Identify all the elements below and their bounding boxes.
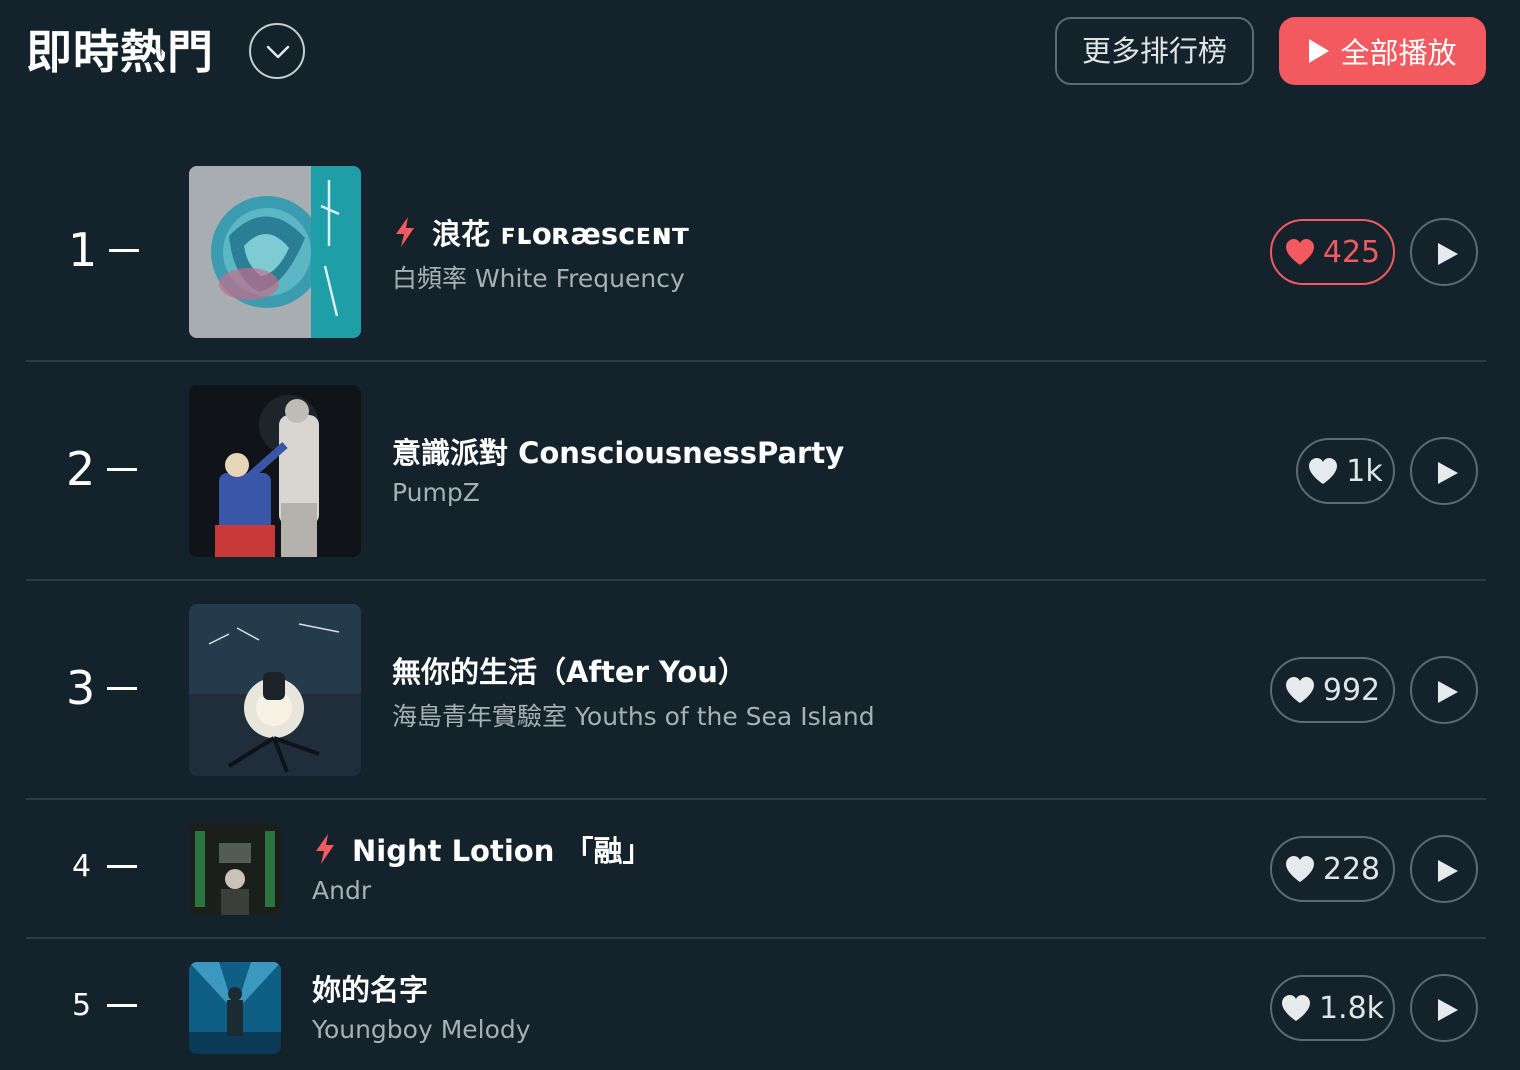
album-cover[interactable] bbox=[189, 604, 361, 776]
song-title-text: 妳的名字 bbox=[312, 973, 429, 1007]
album-cover[interactable] bbox=[189, 962, 281, 1054]
play-icon bbox=[1438, 462, 1458, 484]
rank-unchanged-dash bbox=[109, 248, 140, 252]
song-artist[interactable]: Youngboy Melody bbox=[312, 1015, 531, 1044]
page-title: 即時熱門 bbox=[26, 25, 214, 79]
song-title-text: 無你的生活（After You） bbox=[392, 655, 747, 689]
like-button[interactable]: 425 bbox=[1270, 219, 1395, 285]
play-icon bbox=[1438, 999, 1458, 1021]
rank-indicator: 1 bbox=[68, 222, 140, 278]
like-count: 1.8k bbox=[1318, 990, 1385, 1026]
lightning-icon bbox=[316, 834, 334, 864]
play-all-label: 全部播放 bbox=[1340, 36, 1457, 70]
song-title[interactable]: 無你的生活（After You） bbox=[392, 650, 747, 690]
like-count: 425 bbox=[1322, 234, 1381, 270]
play-icon bbox=[1438, 681, 1458, 703]
song-artist[interactable]: Andr bbox=[312, 876, 371, 905]
album-cover[interactable] bbox=[189, 166, 361, 338]
play-icon bbox=[1438, 243, 1458, 265]
rank-unchanged-dash bbox=[107, 467, 138, 471]
song-artist[interactable]: PumpZ bbox=[392, 478, 480, 507]
play-button[interactable] bbox=[1410, 656, 1478, 724]
like-button[interactable]: 228 bbox=[1270, 836, 1395, 902]
rank-indicator: 3 bbox=[66, 660, 138, 716]
song-artist[interactable]: 白頻率 White Frequency bbox=[392, 259, 685, 295]
rank-number: 2 bbox=[66, 442, 96, 496]
chart-selector-button[interactable] bbox=[249, 23, 305, 79]
song-title[interactable]: Night Lotion 「融」 bbox=[312, 829, 651, 869]
rank-number: 4 bbox=[72, 848, 92, 884]
like-button[interactable]: 1k bbox=[1296, 438, 1395, 504]
chart-page: 即時熱門 更多排行榜 全部播放 1 浪花 ꜰʟᴏʀæꜱᴄᴇɴᴛ 白頻率 Whit… bbox=[0, 0, 1520, 1070]
play-button[interactable] bbox=[1410, 437, 1478, 505]
song-title-text: Night Lotion 「融」 bbox=[352, 834, 652, 868]
lightning-icon bbox=[396, 217, 414, 247]
song-title[interactable]: 意識派對 ConsciousnessParty bbox=[392, 431, 844, 471]
song-title-text: 意識派對 ConsciousnessParty bbox=[392, 436, 845, 470]
play-button[interactable] bbox=[1410, 835, 1478, 903]
like-count: 228 bbox=[1322, 851, 1381, 887]
song-artist[interactable]: 海島青年實驗室 Youths of the Sea Island bbox=[392, 697, 875, 733]
chevron-down-icon bbox=[266, 45, 290, 59]
rank-unchanged-dash bbox=[107, 1003, 138, 1007]
rank-indicator: 5 bbox=[72, 985, 138, 1025]
play-button[interactable] bbox=[1410, 218, 1478, 286]
like-count: 992 bbox=[1322, 672, 1381, 708]
album-cover[interactable] bbox=[189, 823, 281, 915]
heart-icon bbox=[1285, 677, 1314, 703]
rank-indicator: 4 bbox=[72, 846, 138, 886]
play-icon bbox=[1309, 39, 1330, 63]
rank-indicator: 2 bbox=[66, 441, 138, 497]
rank-number: 1 bbox=[68, 223, 98, 277]
play-button[interactable] bbox=[1410, 974, 1478, 1042]
song-title[interactable]: 妳的名字 bbox=[312, 968, 428, 1008]
heart-icon bbox=[1281, 995, 1310, 1021]
row-divider bbox=[26, 798, 1486, 800]
rank-unchanged-dash bbox=[107, 864, 138, 868]
row-divider bbox=[26, 937, 1486, 939]
rank-number: 3 bbox=[66, 661, 96, 715]
like-count: 1k bbox=[1346, 453, 1383, 489]
row-divider bbox=[26, 360, 1486, 362]
heart-icon bbox=[1285, 856, 1314, 882]
song-title-text: 浪花 ꜰʟᴏʀæꜱᴄᴇɴᴛ bbox=[432, 217, 689, 251]
song-title[interactable]: 浪花 ꜰʟᴏʀæꜱᴄᴇɴᴛ bbox=[392, 212, 689, 252]
rank-number: 5 bbox=[72, 987, 92, 1023]
like-button[interactable]: 1.8k bbox=[1270, 975, 1395, 1041]
play-all-button[interactable]: 全部播放 bbox=[1279, 17, 1486, 85]
rank-unchanged-dash bbox=[107, 686, 138, 690]
play-icon bbox=[1438, 860, 1458, 882]
more-charts-button[interactable]: 更多排行榜 bbox=[1055, 17, 1254, 85]
row-divider bbox=[26, 579, 1486, 581]
heart-icon bbox=[1309, 458, 1338, 484]
heart-icon bbox=[1285, 239, 1314, 265]
like-button[interactable]: 992 bbox=[1270, 657, 1395, 723]
album-cover[interactable] bbox=[189, 385, 361, 557]
